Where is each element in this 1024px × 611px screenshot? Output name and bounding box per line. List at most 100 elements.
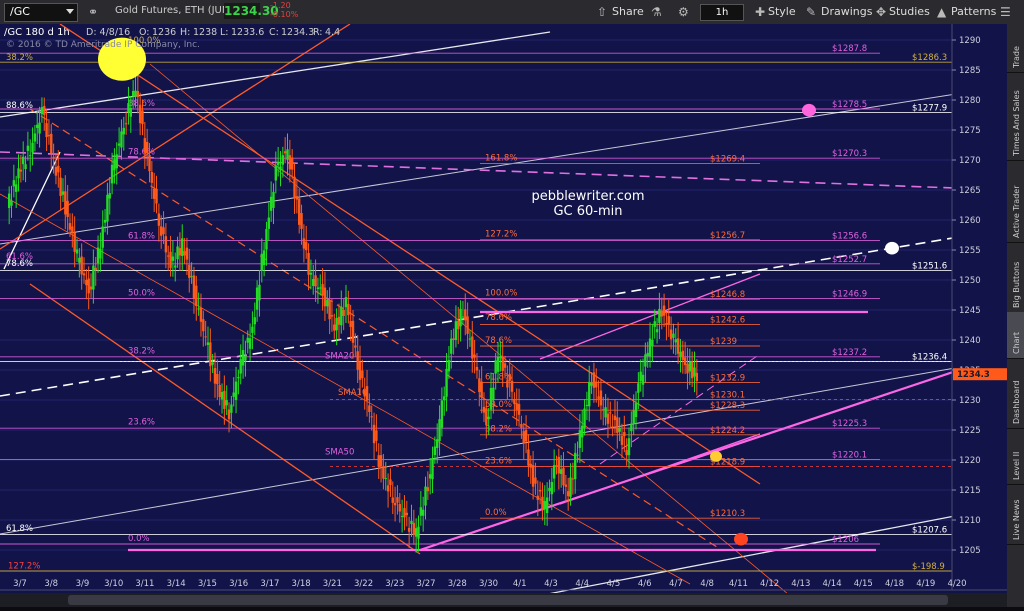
gear-icon[interactable]: ⚙ bbox=[678, 5, 689, 19]
candle-body bbox=[286, 149, 289, 160]
candle-body bbox=[564, 484, 568, 487]
sma-label: SMA20 bbox=[325, 351, 354, 361]
time-tick-label: 4/20 bbox=[947, 579, 966, 589]
candle-body bbox=[185, 247, 189, 260]
candle-body bbox=[515, 403, 518, 410]
candle-body bbox=[552, 465, 556, 479]
flask-icon[interactable]: ⚗ bbox=[651, 5, 662, 19]
price-chart[interactable]: $1287.8 $1286.3 $1278.5 $1277.9 $1270.3 $1269… bbox=[0, 23, 1008, 608]
sidebar-tab-trade[interactable]: Trade bbox=[1007, 24, 1024, 73]
candle-body bbox=[688, 361, 692, 372]
candle-body bbox=[225, 400, 228, 406]
candle-body bbox=[326, 299, 329, 307]
price-level-label: $1286.3 bbox=[912, 53, 947, 63]
patterns-icon[interactable]: ▲ bbox=[937, 5, 946, 19]
fib-labels: 38.2% 88.6% 88.6% 78.6% 161.8% 127.2% 61.8% 61.… bbox=[6, 36, 517, 572]
price-level-label: $1278.5 bbox=[832, 100, 867, 110]
sidebar-tab-active-trader[interactable]: Active Trader bbox=[1007, 160, 1024, 243]
candle-body bbox=[396, 497, 399, 503]
symbol-text: /GC bbox=[10, 5, 30, 18]
candle-body bbox=[89, 286, 93, 290]
candle-body bbox=[508, 374, 511, 381]
candle-body bbox=[646, 352, 649, 357]
candle-body bbox=[583, 408, 586, 428]
candle-body bbox=[59, 177, 62, 196]
sidebar-tab-level-ii[interactable]: Level II bbox=[1007, 428, 1024, 485]
sidebar-tab-dashboard[interactable]: Dashboard bbox=[1007, 358, 1024, 429]
symbol-selector[interactable]: /GC bbox=[4, 3, 78, 22]
price-level-label: $1230.1 bbox=[710, 390, 745, 400]
candle-body bbox=[471, 336, 474, 359]
fib-label: 78.6% bbox=[485, 313, 512, 323]
sidebar-tab-live-news[interactable]: Live News bbox=[1007, 484, 1024, 545]
drawings-icon[interactable]: ✎ bbox=[806, 5, 816, 19]
time-tick-label: 3/16 bbox=[229, 579, 248, 589]
date-readout: D: 4/8/16 bbox=[86, 27, 130, 38]
watermark-line-1: pebblewriter.com bbox=[531, 189, 644, 204]
candle-body bbox=[316, 287, 320, 290]
sidebar-tab-times-and-sales[interactable]: Times And Sales bbox=[1007, 72, 1024, 161]
candle-body bbox=[559, 469, 563, 474]
candle-body bbox=[407, 527, 411, 532]
candle-body bbox=[71, 226, 74, 233]
drawings-button[interactable]: Drawings bbox=[821, 5, 872, 18]
share-button[interactable]: Share bbox=[612, 5, 644, 18]
candle-body bbox=[683, 357, 687, 366]
candle-body bbox=[342, 309, 345, 316]
candle-body bbox=[524, 430, 528, 442]
candle-body bbox=[555, 465, 558, 467]
share-icon[interactable]: ⇧ bbox=[597, 5, 607, 19]
candle-body bbox=[681, 350, 684, 360]
patterns-button[interactable]: Patterns bbox=[951, 5, 996, 18]
candle-body bbox=[241, 350, 245, 366]
chart-area[interactable]: $1287.8 $1286.3 $1278.5 $1277.9 $1270.3 $1269… bbox=[0, 23, 1008, 608]
candle-body bbox=[148, 155, 151, 172]
time-tick-label: 3/8 bbox=[44, 579, 58, 589]
candle-body bbox=[363, 389, 366, 397]
candle-body bbox=[82, 273, 86, 276]
candle-body bbox=[213, 368, 217, 384]
studies-icon[interactable]: ✥ bbox=[876, 5, 886, 19]
price-level-label: $1287.8 bbox=[832, 44, 867, 54]
candle-body bbox=[220, 391, 224, 400]
timeframe-selector[interactable]: 1h bbox=[700, 4, 744, 21]
candle-body bbox=[75, 249, 79, 254]
candle-body bbox=[475, 366, 479, 371]
price-level-label: $1210.3 bbox=[710, 509, 745, 519]
candle-body bbox=[124, 123, 128, 125]
studies-button[interactable]: Studies bbox=[889, 5, 930, 18]
sidebar-tab-big-buttons[interactable]: Big Buttons bbox=[1007, 242, 1024, 313]
style-icon[interactable]: ✚ bbox=[755, 5, 765, 19]
candle-body bbox=[131, 91, 135, 97]
candle-body bbox=[33, 133, 37, 142]
link-icon[interactable]: ⚭ bbox=[88, 5, 98, 19]
white-dot-marker bbox=[885, 241, 899, 255]
candle-body bbox=[548, 487, 551, 492]
menu-icon[interactable]: ☰ bbox=[1000, 5, 1011, 19]
candle-body bbox=[391, 497, 394, 503]
candle-body bbox=[419, 507, 423, 516]
candle-body bbox=[545, 497, 549, 514]
price-level-label: $1228.3 bbox=[710, 401, 745, 411]
price-tick-label: 1230 bbox=[959, 396, 981, 406]
ohlc-high: 1238 bbox=[193, 27, 217, 38]
candle-body bbox=[255, 287, 259, 310]
candle-body bbox=[468, 338, 472, 340]
style-button[interactable]: Style bbox=[768, 5, 796, 18]
price-level-label: $1252.7 bbox=[832, 255, 867, 265]
candle-body bbox=[648, 338, 652, 357]
orange-trendline bbox=[0, 23, 351, 250]
candle-body bbox=[295, 196, 299, 200]
time-tick-label: 3/14 bbox=[167, 579, 186, 589]
candle-body bbox=[630, 423, 633, 432]
sma-label: SMA10 bbox=[338, 388, 367, 398]
candle-body bbox=[80, 256, 83, 275]
sidebar-tab-chart[interactable]: Chart bbox=[1007, 312, 1024, 359]
candle-body bbox=[501, 356, 504, 371]
candle-body bbox=[178, 248, 182, 256]
fib-label: 23.6% bbox=[485, 456, 512, 466]
fib-label: 88.6% bbox=[6, 101, 33, 111]
candle-body bbox=[113, 159, 116, 171]
candle-body bbox=[375, 430, 378, 441]
time-tick-label: 4/6 bbox=[638, 579, 652, 589]
